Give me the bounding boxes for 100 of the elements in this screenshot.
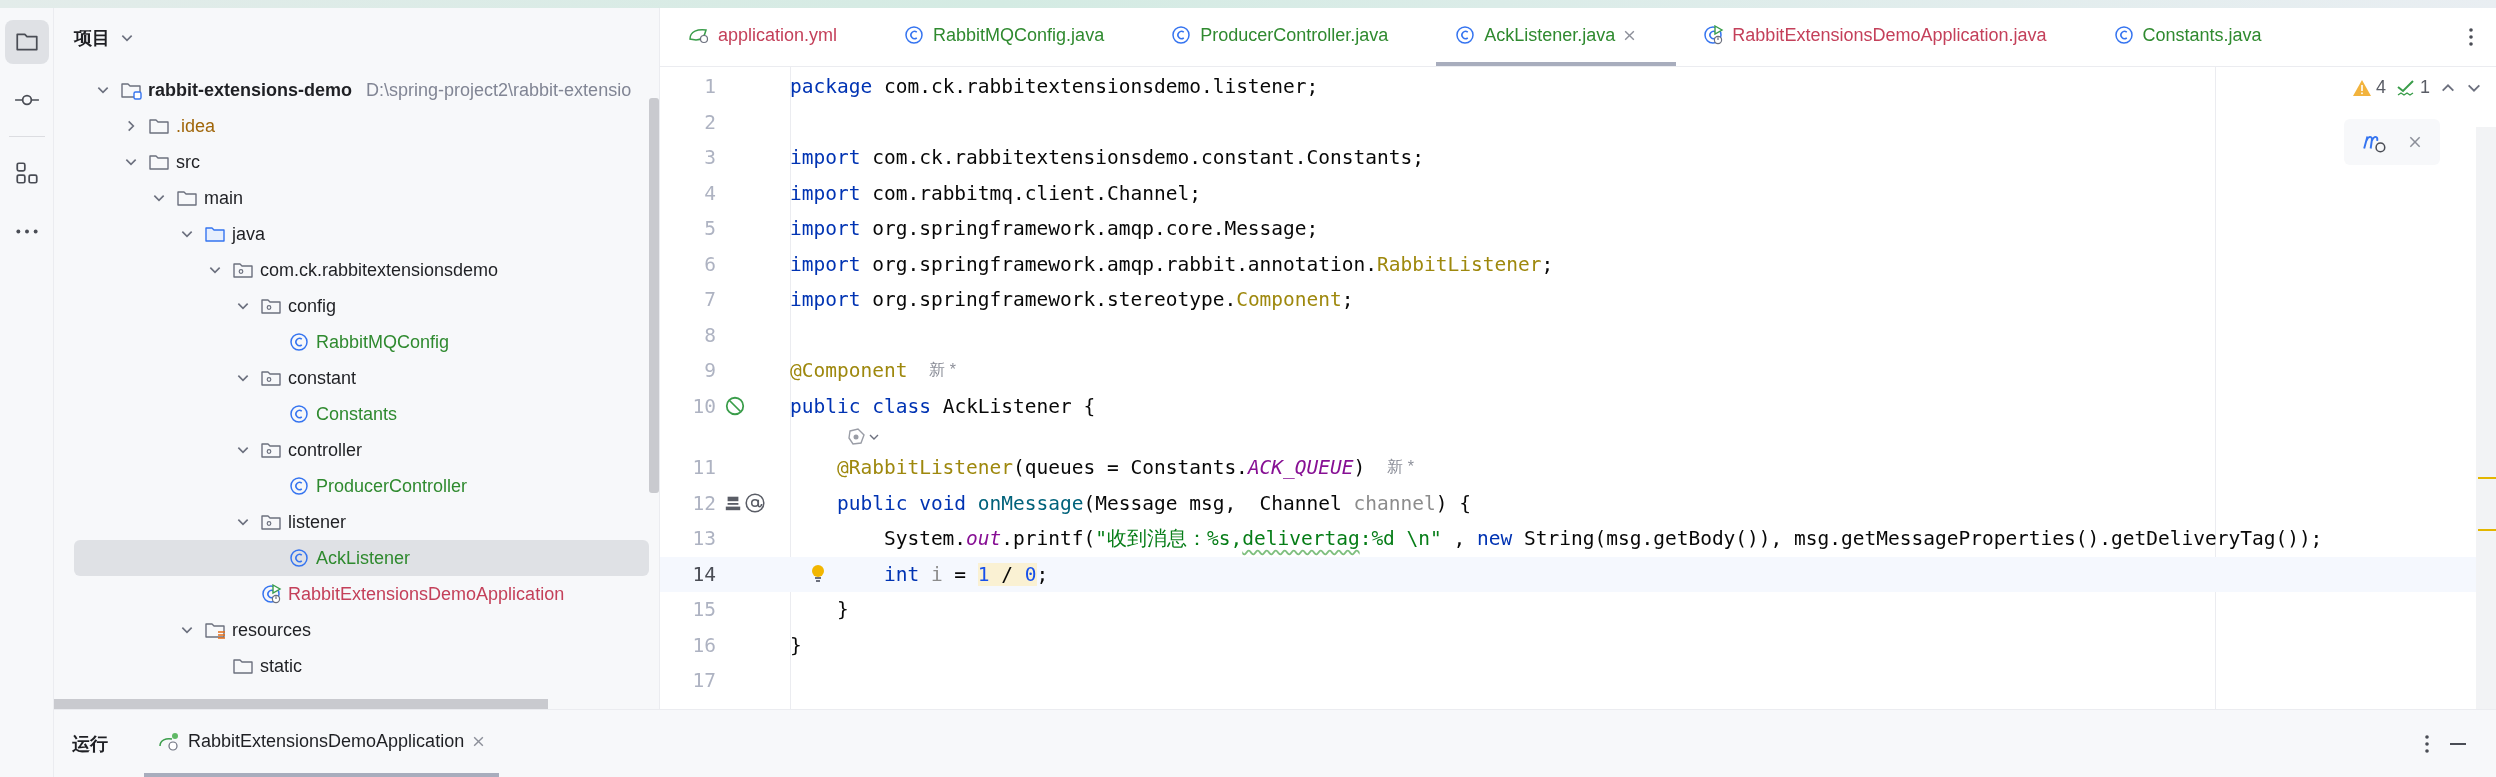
folder-icon <box>204 224 226 244</box>
inspection-count[interactable]: 1 <box>2420 77 2430 98</box>
editor-tab[interactable]: RabbitExtensionsDemoApplication.java <box>1684 8 2087 66</box>
tree-item[interactable]: src <box>74 144 649 180</box>
panel-title[interactable]: 项目 <box>74 26 110 50</box>
line-number: 2 <box>703 110 716 134</box>
tree-item-label: RabbitExtensionsDemoApplication <box>288 583 565 605</box>
package-icon <box>232 260 254 280</box>
line-number: 5 <box>703 217 716 241</box>
more-icon <box>13 227 40 235</box>
panel-title[interactable]: 运行 <box>72 731 108 756</box>
tree-item[interactable]: .idea <box>74 108 649 144</box>
author-hint[interactable]: 新 * <box>929 360 957 382</box>
tree-item-label: listener <box>288 511 347 533</box>
class-run-icon <box>1702 25 1725 45</box>
tree-item-label: AckListener <box>316 547 411 569</box>
check-icon[interactable] <box>2396 77 2416 98</box>
editor-tab[interactable]: Constants.java <box>2094 8 2302 66</box>
inspection-count[interactable]: 4 <box>2375 77 2386 98</box>
tree-item-label: RabbitMQConfig <box>316 331 450 353</box>
folder-icon <box>176 188 198 208</box>
line-number: 3 <box>703 146 716 170</box>
line-number: 14 <box>691 562 716 586</box>
code-line: public class AckListener { <box>790 394 1096 418</box>
stack-icon[interactable] <box>724 494 742 513</box>
tree-item-label: com.ck.rabbitextensionsdemo <box>260 259 499 281</box>
run-tab[interactable]: RabbitExtensionsDemoApplication <box>144 710 500 777</box>
line-number: 11 <box>691 456 716 480</box>
tree-item-label: main <box>204 187 243 209</box>
more-icon[interactable] <box>2468 27 2474 47</box>
code-line: import com.rabbitmq.client.Channel; <box>790 181 1201 205</box>
tree-item[interactable]: static <box>74 648 649 684</box>
tree-item[interactable]: resources <box>74 612 649 648</box>
tree-item[interactable]: rabbit-extensions-demo D:\spring-project2\rabbit-extensio <box>74 72 649 108</box>
line-number: 6 <box>703 252 716 276</box>
author-hint[interactable]: 新 * <box>1387 457 1414 479</box>
tree-item-label: config <box>288 295 337 317</box>
folder-icon <box>148 152 170 172</box>
tree-item[interactable]: java <box>74 216 649 252</box>
class-icon <box>903 25 926 45</box>
tree-item[interactable]: AckListener <box>74 540 649 576</box>
editor-tab[interactable]: application.yml <box>670 8 878 66</box>
class-icon <box>1170 25 1193 45</box>
tree-item[interactable]: main <box>74 180 649 216</box>
code-line: public void onMessage(Message msg, Channel channel) { <box>835 491 1471 515</box>
code-line: System.out.printf("收到消息：%s,delivertag:%d \n" , new String(msg.getBody()), msg.getMessageProperties().getDeliveryTag()); <box>882 526 2323 553</box>
tree-item[interactable]: constant <box>74 360 649 396</box>
close-icon[interactable] <box>2408 135 2422 149</box>
line-number: 12 <box>691 491 716 515</box>
folder-icon <box>204 620 226 640</box>
tree-item-label: static <box>260 655 302 677</box>
project-tool-button[interactable] <box>4 20 49 64</box>
scrollbar[interactable] <box>54 699 548 709</box>
tree-item[interactable]: ProducerController <box>74 468 649 504</box>
code-line: @RabbitListener(queues = Constants.ACK_QUEUE) <box>835 456 1366 480</box>
tree-item[interactable]: controller <box>74 432 649 468</box>
tree-item[interactable]: listener <box>74 504 649 540</box>
class-run-icon <box>260 584 282 604</box>
lightbulb-icon[interactable] <box>810 562 826 585</box>
line-number: 16 <box>691 633 716 657</box>
tree-item[interactable]: config <box>74 288 649 324</box>
tree-item-label: Constants <box>316 403 398 425</box>
module-path: D:\spring-project2\rabbit-extensio <box>366 79 632 101</box>
code-line: import com.ck.rabbitextensionsdemo.constant.Constants; <box>790 146 1424 170</box>
line-number: 17 <box>691 669 716 693</box>
run-config-icon <box>158 731 180 752</box>
tree-item[interactable]: Constants <box>74 396 649 432</box>
code-line: int i = 1 / 0; <box>882 562 1049 586</box>
tree-item-label: .idea <box>176 115 216 137</box>
folder-icon <box>148 116 170 136</box>
class-icon <box>288 332 310 352</box>
line-number: 1 <box>703 75 716 99</box>
editor-tab[interactable]: RabbitMQConfig.java <box>885 8 1145 66</box>
more-icon[interactable] <box>2424 733 2430 754</box>
tree-item[interactable]: RabbitMQConfig <box>74 324 649 360</box>
editor-tab[interactable]: ProducerController.java <box>1152 8 1429 66</box>
class-icon <box>288 404 310 424</box>
at-icon[interactable] <box>744 492 766 515</box>
code-line: package com.ck.rabbitextensionsdemo.listener; <box>790 75 1319 99</box>
line-number: 7 <box>703 288 716 312</box>
line-number: 9 <box>703 359 716 383</box>
close-icon[interactable] <box>1623 28 1637 42</box>
bean-icon[interactable] <box>724 395 746 418</box>
code-line: } <box>790 633 802 657</box>
tree-item[interactable]: com.ck.rabbitextensionsdemo <box>74 252 649 288</box>
close-icon[interactable] <box>472 735 486 748</box>
package-icon <box>260 440 282 460</box>
tree-item-label: resources <box>232 619 312 641</box>
folder-icon <box>120 80 142 100</box>
tree-item-label: rabbit-extensions-demo <box>148 79 353 101</box>
line-number: 4 <box>703 181 716 205</box>
line-number: 8 <box>703 323 716 347</box>
tree-item-label: src <box>176 151 200 173</box>
class-icon <box>1454 25 1477 45</box>
class-icon <box>2112 25 2135 45</box>
editor-tab[interactable]: AckListener.java <box>1436 8 1677 66</box>
scrollbar[interactable] <box>649 98 659 493</box>
tree-item[interactable]: RabbitExtensionsDemoApplication <box>74 576 649 612</box>
package-icon <box>260 296 282 316</box>
folder-icon <box>232 656 254 676</box>
